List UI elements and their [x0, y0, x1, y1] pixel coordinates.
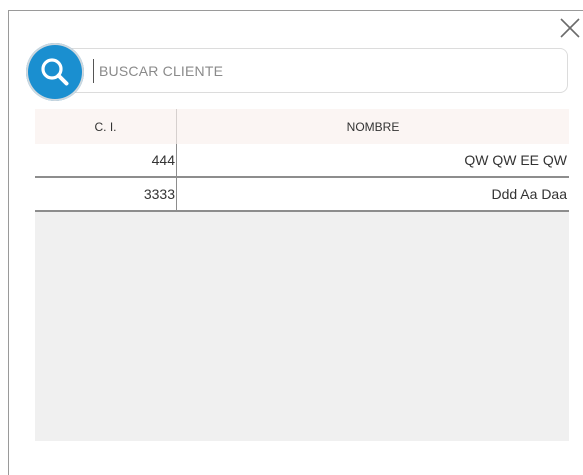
search-input[interactable]	[93, 59, 559, 83]
clients-table: C. I. NOMBRE 444 QW QW EE QW 3333 Ddd Aa…	[35, 109, 569, 441]
cell-nombre: QW QW EE QW	[464, 152, 567, 168]
search-bar	[26, 43, 568, 101]
table-row[interactable]: 444 QW QW EE QW	[35, 144, 569, 178]
table-header: C. I. NOMBRE	[35, 109, 569, 144]
search-button[interactable]	[26, 43, 84, 101]
cell-ci: 3333	[35, 178, 177, 210]
search-box	[62, 48, 568, 93]
close-button[interactable]	[558, 16, 582, 40]
cell-nombre: Ddd Aa Daa	[491, 186, 568, 202]
search-icon	[41, 58, 69, 86]
table-row[interactable]: 3333 Ddd Aa Daa	[35, 178, 569, 212]
column-header-nombre[interactable]: NOMBRE	[177, 109, 569, 144]
column-header-ci[interactable]: C. I.	[35, 109, 177, 144]
close-icon[interactable]	[558, 16, 582, 40]
cell-ci: 444	[35, 144, 177, 176]
